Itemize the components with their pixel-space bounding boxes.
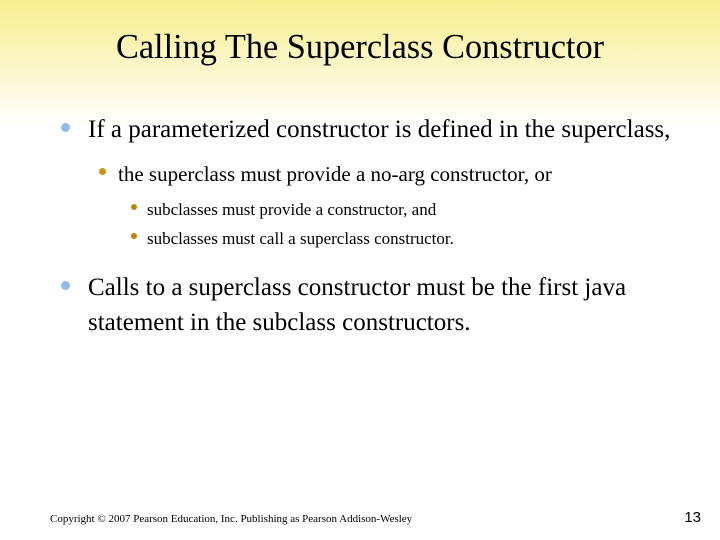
- bullet-item-level1: Calls to a superclass constructor must b…: [0, 270, 720, 340]
- page-number: 13: [684, 509, 701, 526]
- bullet-item-level3: subclasses must provide a constructor, a…: [0, 195, 720, 224]
- bullet-text: Calls to a superclass constructor must b…: [88, 274, 627, 336]
- bullet-item-level2: the superclass must provide a no-arg con…: [0, 159, 720, 189]
- slide-body: If a parameterized constructor is define…: [0, 112, 720, 340]
- bullet-dot-icon: [61, 281, 70, 290]
- bullet-dot-icon: [131, 204, 137, 210]
- bullet-text: subclasses must call a superclass constr…: [147, 229, 454, 248]
- bullet-item-level1: If a parameterized constructor is define…: [0, 112, 720, 147]
- page-title: Calling The Superclass Constructor: [115, 27, 605, 66]
- bullet-text: subclasses must provide a constructor, a…: [147, 200, 437, 219]
- bullet-text: the superclass must provide a no-arg con…: [118, 162, 552, 186]
- slide-canvas: Calling The Superclass Constructor If a …: [0, 0, 720, 540]
- bullet-text: If a parameterized constructor is define…: [88, 116, 671, 143]
- bullet-dot-icon: [99, 168, 106, 175]
- bullet-dot-icon: [131, 233, 137, 239]
- bullet-item-level3: subclasses must call a superclass constr…: [0, 224, 720, 253]
- footer-copyright-text: Copyright © 2007 Pearson Education, Inc.…: [50, 513, 413, 525]
- bullet-dot-icon: [61, 123, 70, 132]
